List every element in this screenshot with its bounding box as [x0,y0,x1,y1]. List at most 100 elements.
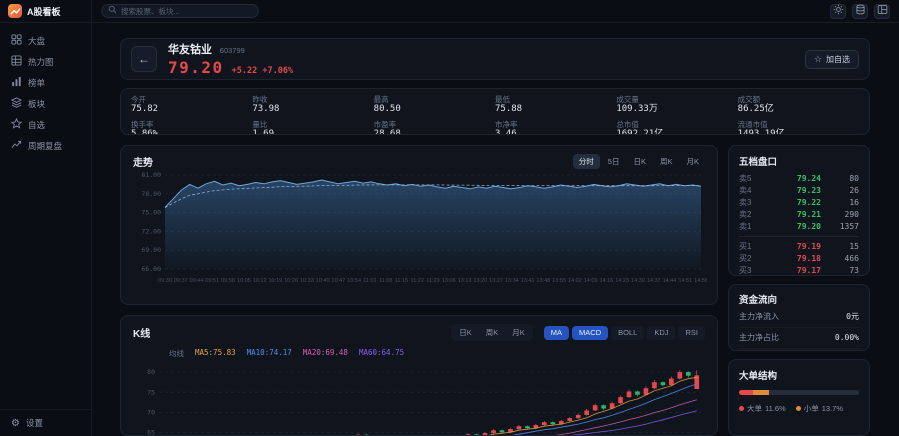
sidebar-settings[interactable]: ⚙ 设置 [0,409,91,436]
trend-range-intraday[interactable]: 分时 [573,154,600,169]
kline-period-monthly[interactable]: 月K [505,325,532,340]
order-structure-bar [739,390,859,395]
order-book-card: 五档盘口 卖579.2480 卖479.2326 卖379.2216 卖279.… [728,145,870,276]
order-book-divider [739,236,859,237]
topbar-actions [830,4,890,19]
search-box[interactable] [101,4,259,18]
data-source-button[interactable] [852,4,868,19]
trend-range-daily[interactable]: 日K [627,154,652,169]
svg-text:11:15: 11:15 [395,278,408,284]
theme-toggle-button[interactable] [830,4,846,19]
legend-large-order: 大单 11.6% [739,403,786,414]
stock-price: 79.20 [168,58,224,77]
svg-text:14:02: 14:02 [568,278,582,284]
small-order-dot-icon [796,406,801,411]
large-order-dot-icon [739,406,744,411]
kline-chart[interactable]: 6065707580 [133,361,705,436]
svg-text:13:41: 13:41 [521,278,535,284]
indicator-kdj-button[interactable]: KDJ [647,326,675,340]
add-watchlist-label: 加自选 [826,54,850,65]
ma-legend-prefix: 均线 [169,348,184,359]
svg-text:13:55: 13:55 [552,278,566,284]
svg-text:09:44: 09:44 [190,278,204,284]
stock-code: 603799 [220,46,245,55]
indicator-macd-button[interactable]: MACD [572,326,608,340]
svg-text:75.00: 75.00 [141,209,161,217]
database-icon [855,4,866,18]
svg-text:13:20: 13:20 [473,278,487,284]
small-order-segment [753,390,769,395]
trend-review-icon [11,139,22,152]
layout-columns-icon [877,4,888,18]
indicator-rsi-button[interactable]: RSI [678,326,705,340]
stat-volume: 成交量109.33万 [616,95,737,116]
order-structure-legend: 大单 11.6% 小单 13.7% [739,403,859,414]
add-watchlist-button[interactable]: ☆ 加自选 [805,50,859,69]
trend-chart[interactable]: 66.0069.0072.0075.0078.0081.0009:3009:37… [133,169,705,295]
svg-text:81.00: 81.00 [141,171,161,179]
sidebar-item-heatmap[interactable]: 热力图 [0,51,91,72]
svg-text:10:05: 10:05 [237,278,251,284]
ma10-legend: MA10:74.17 [247,348,292,359]
kline-period-weekly[interactable]: 周K [479,325,506,340]
trend-title: 走势 [133,154,153,169]
search-input[interactable] [121,7,241,16]
svg-text:13:27: 13:27 [489,278,503,284]
bid-row: 买379.1773 [739,265,859,276]
indicator-ma-button[interactable]: MA [544,326,569,340]
stat-pb: 市净率3.46 [495,120,616,135]
kline-period-daily[interactable]: 日K [452,325,479,340]
svg-text:09:37: 09:37 [174,278,188,284]
sectors-icon [11,97,22,110]
bid-row: 买179.1915 [739,241,859,253]
order-book-title: 五档盘口 [739,154,859,168]
svg-text:13:13: 13:13 [458,278,472,284]
main-area: ← 华友钴业 603799 79.20 +5.22 +7.06% ☆ [92,0,899,436]
back-button[interactable]: ← [131,46,157,72]
fund-flow-row: 主力净流入0元 [739,307,859,328]
sidebar-item-watchlist[interactable]: 自选 [0,114,91,135]
svg-text:14:16: 14:16 [600,278,614,284]
stat-high: 最高80.50 [374,95,495,116]
sidebar-item-label: 热力图 [28,56,54,68]
svg-text:09:30: 09:30 [158,278,172,284]
sidebar-item-market[interactable]: 大盘 [0,30,91,51]
svg-text:10:33: 10:33 [300,278,314,284]
svg-text:10:47: 10:47 [332,278,346,284]
svg-text:78.00: 78.00 [141,190,161,198]
app-logo-icon [8,4,22,18]
fund-flow-row: 主力净占比0.00% [739,328,859,349]
svg-text:75: 75 [147,388,155,396]
svg-text:09:51: 09:51 [205,278,219,284]
trend-range-weekly[interactable]: 周K [654,154,679,169]
stat-low: 最低75.88 [495,95,616,116]
stat-prev-close: 昨收73.98 [252,95,373,116]
layout-settings-button[interactable] [874,4,890,19]
star-plus-icon: ☆ [814,54,822,65]
sidebar-item-review[interactable]: 周期复盘 [0,135,91,156]
svg-text:66.00: 66.00 [141,265,161,273]
search-icon [108,5,117,17]
trend-card: 走势 分时 5日 日K 周K 月K 66.0069.0072.0075.0078… [120,145,718,305]
svg-text:70: 70 [147,409,155,417]
app-title: A股看板 [27,5,61,18]
kline-period-group: 日K 周K 月K [451,324,533,341]
stat-volume-ratio: 量比1.69 [252,120,373,135]
trend-range-5d[interactable]: 5日 [602,154,626,169]
svg-text:80: 80 [147,368,155,376]
sidebar-item-sectors[interactable]: 板块 [0,93,91,114]
indicator-boll-button[interactable]: BOLL [611,326,644,340]
fund-flow-title: 资金流向 [739,292,859,306]
svg-text:14:09: 14:09 [584,278,598,284]
svg-text:10:19: 10:19 [268,278,282,284]
ma60-legend: MA60:64.75 [359,348,404,359]
sidebar-item-ranking[interactable]: 榜单 [0,72,91,93]
order-structure-title: 大单结构 [739,368,859,382]
trend-range-monthly[interactable]: 月K [680,154,705,169]
kline-title: K线 [133,325,150,340]
content: ← 华友钴业 603799 79.20 +5.22 +7.06% ☆ [92,23,899,436]
large-order-segment [739,390,753,395]
svg-text:14:44: 14:44 [663,278,677,284]
trend-range-group: 分时 5日 日K 周K 月K [573,154,705,169]
sidebar: A股看板 大盘 热力图 榜单 板块 自选 [0,0,92,436]
